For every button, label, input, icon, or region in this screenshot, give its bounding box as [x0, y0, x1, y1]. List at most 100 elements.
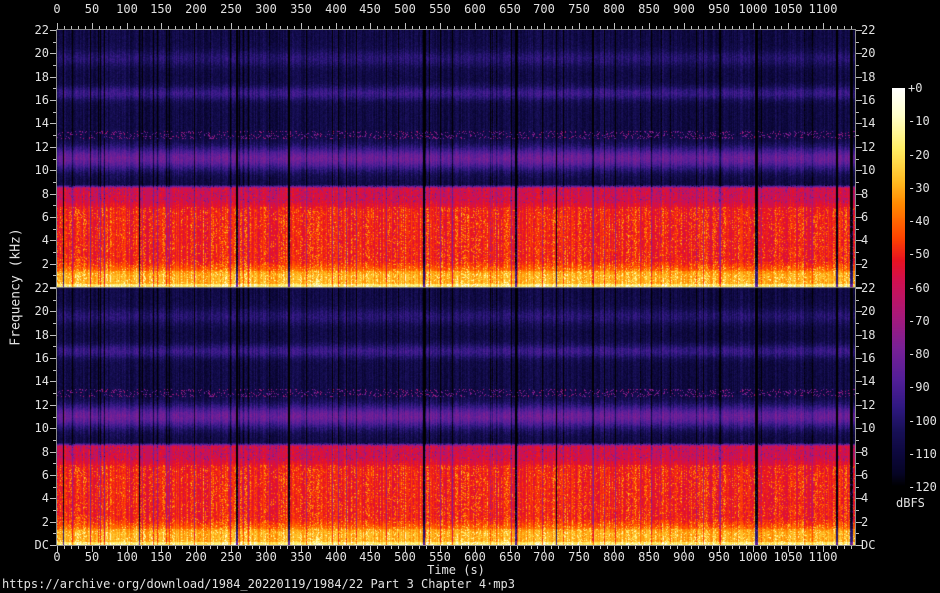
y-tick-left — [53, 300, 56, 301]
y-tick-left — [53, 159, 56, 160]
x-tick-bottom — [280, 546, 281, 549]
x-tick-top — [593, 26, 594, 29]
x-tick-top — [349, 26, 350, 29]
x-tick-top — [370, 23, 371, 29]
x-tick-label-top: 800 — [603, 2, 625, 16]
x-tick-label-top: 400 — [325, 2, 347, 16]
x-tick-top — [572, 26, 573, 29]
y-tick-left — [50, 194, 56, 195]
y-tick-right — [856, 533, 859, 534]
y-tick-label-left: 18 — [34, 70, 49, 84]
x-tick-top — [732, 26, 733, 29]
y-tick-right — [856, 300, 859, 301]
y-tick-label-left: 20 — [34, 304, 49, 318]
x-tick-top — [719, 23, 720, 29]
x-tick-top — [412, 26, 413, 29]
x-tick-label-top: 550 — [429, 2, 451, 16]
x-tick-top — [642, 26, 643, 29]
x-tick-top — [287, 26, 288, 29]
x-tick-top — [482, 26, 483, 29]
x-tick-top — [120, 26, 121, 29]
x-tick-bottom — [837, 546, 838, 549]
x-tick-bottom — [698, 546, 699, 549]
x-tick-bottom — [677, 546, 678, 549]
y-tick-right — [856, 417, 859, 418]
x-tick-bottom — [454, 546, 455, 549]
x-tick-bottom — [670, 546, 671, 549]
x-tick-bottom — [468, 546, 469, 549]
y-tick-left — [50, 522, 56, 523]
x-tick-top — [336, 23, 337, 29]
time-axis-title: Time (s) — [427, 563, 485, 577]
y-tick-left — [50, 428, 56, 429]
y-tick-label-left: 16 — [34, 351, 49, 365]
x-tick-bottom — [363, 546, 364, 549]
colorbar-tick-label: -10 — [908, 114, 930, 128]
y-tick-right — [856, 370, 859, 371]
x-tick-bottom — [398, 546, 399, 549]
x-tick-bottom — [517, 546, 518, 549]
y-tick-left — [53, 275, 56, 276]
x-tick-top — [496, 26, 497, 29]
x-tick-bottom — [419, 546, 420, 549]
spectrogram-canvas — [57, 30, 855, 545]
x-tick-top — [217, 26, 218, 29]
colorbar-tick-label: -100 — [908, 414, 937, 428]
y-tick-left — [50, 147, 56, 148]
x-tick-label-top: 300 — [255, 2, 277, 16]
x-tick-bottom — [851, 546, 852, 549]
x-tick-top — [301, 23, 302, 29]
x-tick-top — [816, 26, 817, 29]
y-tick-left — [53, 440, 56, 441]
x-tick-top — [544, 23, 545, 29]
x-tick-bottom — [600, 546, 601, 549]
x-tick-label-top: 700 — [533, 2, 555, 16]
y-tick-left — [53, 346, 56, 347]
x-tick-top — [308, 26, 309, 29]
x-tick-top — [154, 26, 155, 29]
x-tick-label-top: 950 — [708, 2, 730, 16]
x-tick-bottom — [349, 546, 350, 549]
x-tick-bottom — [245, 546, 246, 549]
y-tick-left — [53, 417, 56, 418]
y-tick-label-left: 10 — [34, 163, 49, 177]
x-tick-bottom — [85, 546, 86, 549]
y-tick-left — [50, 358, 56, 359]
x-tick-top — [419, 26, 420, 29]
x-tick-top — [141, 26, 142, 29]
y-tick-left — [53, 252, 56, 253]
x-tick-bottom — [712, 546, 713, 549]
x-tick-bottom — [767, 546, 768, 549]
x-tick-label-top: 50 — [84, 2, 100, 16]
y-tick-label-right: 22 — [861, 23, 876, 37]
x-tick-top — [329, 26, 330, 29]
y-tick-label-right: 2 — [861, 515, 869, 529]
x-tick-top — [182, 26, 183, 29]
y-tick-right — [856, 510, 859, 511]
x-tick-bottom — [628, 546, 629, 549]
y-tick-left — [53, 463, 56, 464]
x-tick-label-bottom: 500 — [394, 550, 416, 564]
x-tick-top — [447, 26, 448, 29]
colorbar-tick-label: -110 — [908, 447, 937, 461]
y-tick-left — [53, 393, 56, 394]
y-tick-left — [50, 452, 56, 453]
x-tick-top — [684, 23, 685, 29]
y-tick-label-right: 18 — [861, 70, 876, 84]
colorbar-tick-label: -40 — [908, 214, 930, 228]
x-tick-label-top: 1000 — [738, 2, 768, 16]
x-tick-top — [342, 26, 343, 29]
x-tick-top — [774, 26, 775, 29]
x-tick-bottom — [64, 546, 65, 549]
x-tick-label-top: 500 — [394, 2, 416, 16]
x-tick-top — [524, 26, 525, 29]
x-tick-bottom — [830, 546, 831, 549]
x-tick-bottom — [175, 546, 176, 549]
y-tick-left — [53, 135, 56, 136]
x-tick-top — [586, 26, 587, 29]
y-tick-left — [53, 370, 56, 371]
x-tick-bottom — [621, 546, 622, 549]
x-tick-top — [384, 26, 385, 29]
y-tick-right — [856, 487, 859, 488]
x-tick-top — [579, 23, 580, 29]
